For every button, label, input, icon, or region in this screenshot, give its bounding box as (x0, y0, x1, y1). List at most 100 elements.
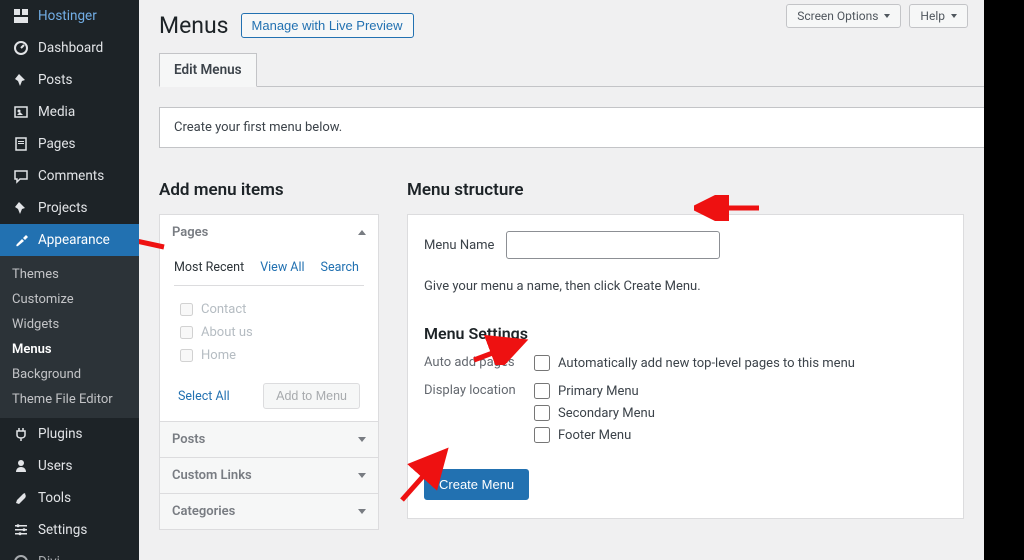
page-icon (12, 135, 30, 153)
sliders-icon (12, 521, 30, 539)
sidebar-item-label: Media (38, 104, 75, 120)
sidebar-sub-theme-editor[interactable]: Theme File Editor (0, 387, 139, 412)
sidebar-item-hostinger[interactable]: Hostinger (0, 0, 139, 32)
menu-structure-heading: Menu structure (407, 180, 964, 200)
menu-instruction: Give your menu a name, then click Create… (424, 279, 947, 294)
comment-icon (12, 167, 30, 185)
accordion-posts[interactable]: Posts (160, 421, 378, 457)
help-button[interactable]: Help (909, 4, 968, 28)
sidebar-item-label: Appearance (38, 232, 110, 248)
sidebar-item-label: Plugins (38, 426, 83, 442)
help-label: Help (920, 9, 945, 23)
admin-sidebar: Hostinger Dashboard Posts Media Pages Co… (0, 0, 139, 560)
accordion-categories[interactable]: Categories (160, 493, 378, 529)
sidebar-item-dashboard[interactable]: Dashboard (0, 32, 139, 64)
viewport-black-edge (984, 0, 1024, 560)
screen-options-label: Screen Options (797, 9, 878, 23)
sidebar-item-tools[interactable]: Tools (0, 482, 139, 514)
sidebar-item-divi[interactable]: Divi (0, 546, 139, 560)
menu-settings-heading: Menu Settings (424, 324, 947, 343)
page-checkbox[interactable] (180, 349, 193, 362)
auto-add-checkbox[interactable] (534, 355, 550, 371)
hostinger-icon (12, 7, 30, 25)
pages-tab-search[interactable]: Search (321, 260, 359, 275)
menu-name-input[interactable] (506, 231, 720, 259)
sidebar-sub-menus[interactable]: Menus (0, 337, 139, 362)
sidebar-item-label: Users (38, 458, 72, 474)
select-all-link[interactable]: Select All (178, 389, 230, 404)
accordion-pages[interactable]: Pages (160, 215, 378, 250)
accordion-label: Pages (172, 225, 208, 240)
sidebar-sub-themes[interactable]: Themes (0, 262, 139, 287)
page-label: Home (201, 348, 236, 363)
auto-add-pages-option[interactable]: Automatically add new top-level pages to… (534, 355, 855, 371)
sidebar-item-posts[interactable]: Posts (0, 64, 139, 96)
brush-icon (12, 231, 30, 249)
chevron-down-icon (358, 473, 366, 478)
pin-icon (12, 199, 30, 217)
accordion-custom-links[interactable]: Custom Links (160, 457, 378, 493)
sidebar-item-label: Divi (38, 554, 60, 560)
page-item-about-us[interactable]: About us (180, 321, 358, 344)
sidebar-sub-background[interactable]: Background (0, 362, 139, 387)
sidebar-sub-customize[interactable]: Customize (0, 287, 139, 312)
sidebar-item-label: Settings (38, 522, 87, 538)
chevron-up-icon (358, 230, 366, 235)
user-icon (12, 457, 30, 475)
media-icon (12, 103, 30, 121)
chevron-down-icon (884, 14, 890, 18)
add-to-menu-button[interactable]: Add to Menu (263, 383, 360, 409)
sidebar-item-plugins[interactable]: Plugins (0, 418, 139, 450)
page-checkbox[interactable] (180, 303, 193, 316)
page-label: Contact (201, 302, 246, 317)
pages-checkbox-list: Contact About us Home (174, 286, 364, 377)
pages-tab-most-recent[interactable]: Most Recent (174, 260, 244, 275)
sidebar-item-label: Dashboard (38, 40, 103, 56)
manage-live-preview-button[interactable]: Manage with Live Preview (241, 13, 414, 38)
sidebar-sub-widgets[interactable]: Widgets (0, 312, 139, 337)
location-checkbox[interactable] (534, 405, 550, 421)
page-checkbox[interactable] (180, 326, 193, 339)
sidebar-item-label: Hostinger (38, 8, 97, 24)
sidebar-item-media[interactable]: Media (0, 96, 139, 128)
plug-icon (12, 425, 30, 443)
menu-items-accordion: Pages Most Recent View All Search Co (159, 214, 379, 530)
add-menu-items-column: Add menu items Pages Most Recent View Al… (159, 180, 379, 530)
chevron-down-icon (358, 509, 366, 514)
page-item-contact[interactable]: Contact (180, 298, 358, 321)
wrench-icon (12, 489, 30, 507)
sidebar-item-users[interactable]: Users (0, 450, 139, 482)
sidebar-appearance-submenu: Themes Customize Widgets Menus Backgroun… (0, 256, 139, 418)
location-footer-menu[interactable]: Footer Menu (534, 427, 655, 443)
sidebar-item-projects[interactable]: Projects (0, 192, 139, 224)
location-checkbox[interactable] (534, 383, 550, 399)
accordion-label: Custom Links (172, 468, 252, 483)
page-item-home[interactable]: Home (180, 344, 358, 367)
add-menu-items-heading: Add menu items (159, 180, 379, 200)
location-secondary-menu[interactable]: Secondary Menu (534, 405, 655, 421)
sidebar-item-label: Tools (38, 490, 71, 506)
auto-add-pages-label: Auto add pages (424, 355, 516, 370)
sidebar-item-settings[interactable]: Settings (0, 514, 139, 546)
sidebar-item-label: Pages (38, 136, 76, 152)
page-title: Menus (159, 12, 229, 39)
sidebar-item-label: Posts (38, 72, 72, 88)
location-checkbox[interactable] (534, 427, 550, 443)
sidebar-item-appearance[interactable]: Appearance (0, 224, 139, 256)
sidebar-item-label: Comments (38, 168, 104, 184)
pages-tab-view-all[interactable]: View All (260, 260, 304, 275)
location-text: Secondary Menu (558, 406, 655, 421)
sidebar-item-comments[interactable]: Comments (0, 160, 139, 192)
dashboard-icon (12, 39, 30, 57)
main-content: Screen Options Help Menus Manage with Li… (139, 0, 1024, 560)
screen-options-button[interactable]: Screen Options (786, 4, 901, 28)
pin-icon (12, 71, 30, 89)
sidebar-item-label: Projects (38, 200, 88, 216)
create-menu-button[interactable]: Create Menu (424, 469, 529, 500)
tab-edit-menus[interactable]: Edit Menus (159, 53, 257, 87)
sidebar-item-pages[interactable]: Pages (0, 128, 139, 160)
location-text: Primary Menu (558, 384, 639, 399)
display-location-label: Display location (424, 383, 516, 398)
location-primary-menu[interactable]: Primary Menu (534, 383, 655, 399)
accordion-label: Posts (172, 432, 205, 447)
